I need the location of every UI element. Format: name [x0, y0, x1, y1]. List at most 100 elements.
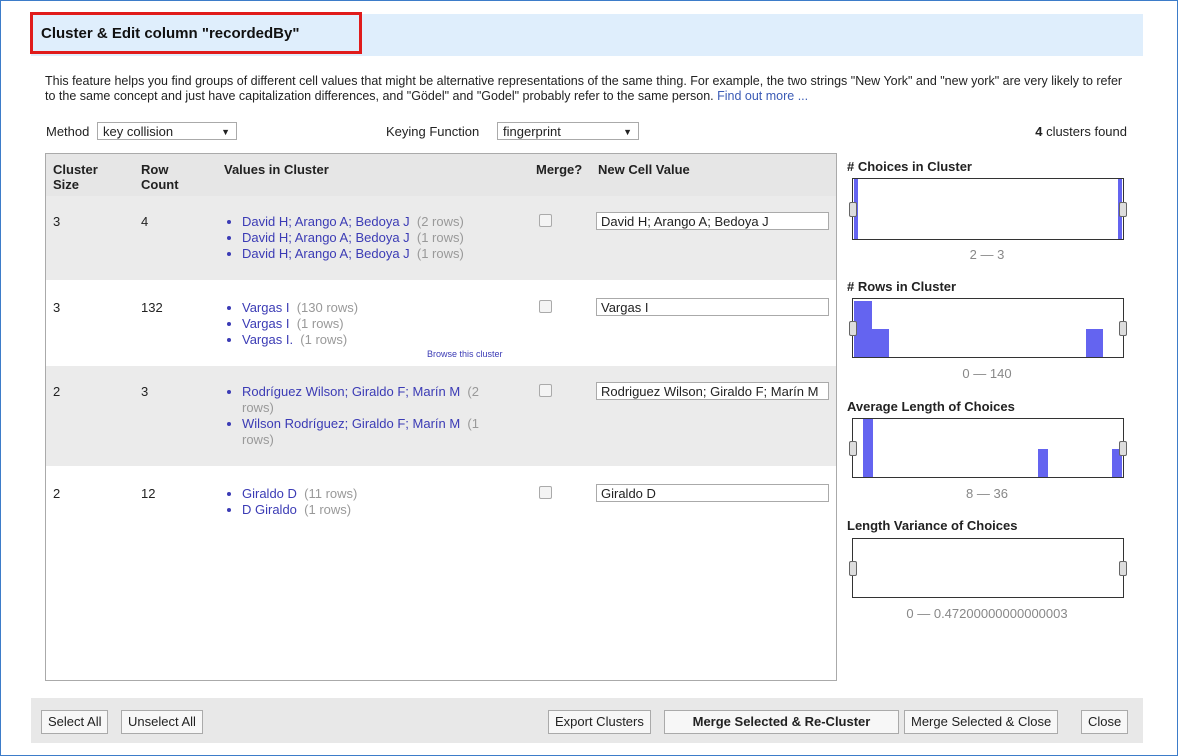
facet-title-avg-length: Average Length of Choices [847, 399, 1015, 414]
range-handle-left[interactable] [849, 441, 857, 456]
description-text: This feature helps you find groups of di… [45, 74, 1123, 103]
cluster-value-link[interactable]: Giraldo D [242, 486, 297, 501]
cluster-value-link[interactable]: Vargas I [242, 300, 289, 315]
facet-title-rows: # Rows in Cluster [847, 279, 957, 294]
cluster-value-link[interactable]: D Giraldo [242, 502, 297, 517]
facet-range-length-variance: 0 — 0.47200000000000003 [906, 606, 1068, 621]
range-handle-right[interactable] [1119, 202, 1127, 217]
values-list: David H; Arango A; Bedoya J (2 rows) Dav… [224, 214, 464, 262]
cluster-value-link[interactable]: David H; Arango A; Bedoya J [242, 230, 410, 245]
range-handle-right[interactable] [1119, 321, 1127, 336]
new-cell-value-input[interactable]: Giraldo D [596, 484, 829, 502]
value-row-count: (11 rows) [304, 486, 358, 501]
cluster-size: 2 [53, 384, 61, 399]
values-list: Giraldo D (11 rows) D Giraldo (1 rows) [224, 486, 357, 518]
new-cell-value-input[interactable]: Rodriguez Wilson; Giraldo F; Marín M [596, 382, 829, 400]
range-handle-left[interactable] [849, 202, 857, 217]
merge-checkbox[interactable] [539, 486, 552, 499]
merge-checkbox[interactable] [539, 300, 552, 313]
clusters-found-count: 4 [1035, 124, 1043, 139]
description: This feature helps you find groups of di… [45, 74, 1130, 104]
cluster-value-link[interactable]: Rodríguez Wilson; Giraldo F; Marín M [242, 384, 460, 399]
list-item: Wilson Rodríguez; Giraldo F; Marín M (1 … [242, 416, 507, 448]
dialog-title: Cluster & Edit column "recordedBy" [30, 12, 362, 54]
table-row: 3 4 David H; Arango A; Bedoya J (2 rows)… [46, 196, 836, 280]
cluster-value-link[interactable]: Wilson Rodríguez; Giraldo F; Marín M [242, 416, 460, 431]
cluster-value-link[interactable]: David H; Arango A; Bedoya J [242, 246, 410, 261]
row-count: 3 [141, 384, 149, 399]
merge-checkbox[interactable] [539, 214, 552, 227]
table-row: 2 3 Rodríguez Wilson; Giraldo F; Marín M… [46, 366, 836, 466]
find-out-more-link[interactable]: Find out more ... [717, 89, 808, 103]
unselect-all-button[interactable]: Unselect All [121, 710, 203, 734]
values-list: Rodríguez Wilson; Giraldo F; Marín M (2 … [224, 384, 514, 448]
list-item: Vargas I (1 rows) [242, 316, 358, 332]
list-item: D Giraldo (1 rows) [242, 502, 357, 518]
merge-recluster-button[interactable]: Merge Selected & Re-Cluster [664, 710, 899, 734]
cluster-size: 2 [53, 486, 61, 501]
value-row-count: (1 rows) [304, 502, 352, 517]
method-value: key collision [103, 124, 174, 139]
table-row: 3 132 Vargas I (130 rows) Vargas I (1 ro… [46, 280, 836, 366]
histogram-bar [863, 419, 873, 477]
merge-checkbox[interactable] [539, 384, 552, 397]
list-item: David H; Arango A; Bedoya J (1 rows) [242, 246, 464, 262]
values-list: Vargas I (130 rows) Vargas I (1 rows) Va… [224, 300, 358, 348]
list-item: David H; Arango A; Bedoya J (1 rows) [242, 230, 464, 246]
clusters-found: 4 clusters found [1035, 124, 1127, 139]
header-cluster-size: Cluster Size [53, 162, 98, 192]
range-handle-right[interactable] [1119, 441, 1127, 456]
header-merge: Merge? [536, 162, 583, 177]
cluster-size: 3 [53, 214, 61, 229]
table-row: 2 12 Giraldo D (11 rows) D Giraldo (1 ro… [46, 466, 836, 526]
dropdown-arrow-icon: ▼ [623, 127, 632, 137]
value-row-count: (2 rows) [416, 214, 464, 229]
cluster-size: 3 [53, 300, 61, 315]
list-item: Vargas I (130 rows) [242, 300, 358, 316]
dropdown-arrow-icon: ▼ [221, 127, 230, 137]
value-row-count: (130 rows) [296, 300, 359, 315]
merge-close-button[interactable]: Merge Selected & Close [904, 710, 1059, 734]
facet-histogram-length-variance[interactable] [849, 538, 1127, 598]
clusters-found-text: clusters found [1046, 124, 1127, 139]
cluster-value-link[interactable]: Vargas I. [242, 332, 293, 347]
method-select[interactable]: key collision ▼ [97, 122, 237, 140]
facet-range-avg-length: 8 — 36 [966, 486, 1008, 501]
keying-function-label: Keying Function [386, 124, 480, 139]
row-count: 132 [141, 300, 163, 315]
clusters-table: Cluster Size Row Count Values in Cluster… [45, 153, 837, 681]
list-item: Vargas I. (1 rows) [242, 332, 358, 348]
method-label: Method [46, 124, 90, 139]
value-row-count: (1 rows) [416, 230, 464, 245]
facet-histogram-rows[interactable] [849, 298, 1127, 358]
browse-cluster-link[interactable]: Browse this cluster [427, 349, 503, 359]
select-all-button[interactable]: Select All [41, 710, 109, 734]
histogram-bar [1038, 449, 1048, 477]
table-header: Cluster Size Row Count Values in Cluster… [46, 154, 836, 196]
list-item: Giraldo D (11 rows) [242, 486, 357, 502]
value-row-count: (1 rows) [300, 332, 348, 347]
facet-title-choices: # Choices in Cluster [847, 159, 972, 174]
cluster-value-link[interactable]: David H; Arango A; Bedoya J [242, 214, 410, 229]
list-item: David H; Arango A; Bedoya J (2 rows) [242, 214, 464, 230]
header-values-in-cluster: Values in Cluster [224, 162, 329, 177]
range-handle-left[interactable] [849, 561, 857, 576]
facet-range-rows: 0 — 140 [962, 366, 1012, 381]
cluster-value-link[interactable]: Vargas I [242, 316, 289, 331]
keying-function-select[interactable]: fingerprint ▼ [497, 122, 639, 140]
facet-title-length-variance: Length Variance of Choices [847, 518, 1018, 533]
value-row-count: (1 rows) [296, 316, 344, 331]
row-count: 4 [141, 214, 149, 229]
range-handle-right[interactable] [1119, 561, 1127, 576]
facet-histogram-avg-length[interactable] [849, 418, 1127, 478]
facet-histogram-choices[interactable] [849, 178, 1127, 240]
new-cell-value-input[interactable]: David H; Arango A; Bedoya J [596, 212, 829, 230]
export-clusters-button[interactable]: Export Clusters [548, 710, 651, 734]
row-count: 12 [141, 486, 156, 501]
close-button[interactable]: Close [1081, 710, 1129, 734]
range-handle-left[interactable] [849, 321, 857, 336]
header-new-cell-value: New Cell Value [598, 162, 690, 177]
keying-function-value: fingerprint [503, 124, 561, 139]
new-cell-value-input[interactable]: Vargas I [596, 298, 829, 316]
facet-range-choices: 2 — 3 [969, 247, 1005, 262]
